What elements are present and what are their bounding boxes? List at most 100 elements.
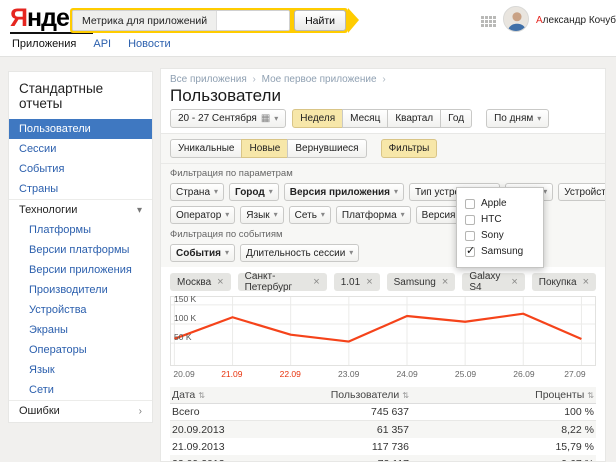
table-row: 20.09.201361 3578,22 % (170, 421, 596, 438)
sidebar-title: Стандартные отчеты (9, 72, 152, 119)
column-header-date[interactable]: Дата⇅ (172, 389, 322, 401)
checkbox-icon[interactable]: ✓ (465, 231, 475, 241)
sidebar-item-sessions[interactable]: Сессии (9, 139, 152, 159)
chart-x-tick: 26.09 (513, 369, 534, 379)
chip-moscow[interactable]: Москва× (170, 273, 231, 291)
filter-events-dropdown[interactable]: События▾ (170, 244, 235, 262)
chart-y-tick: 150 K (174, 294, 196, 304)
sidebar-item-language[interactable]: Язык (9, 360, 152, 380)
sidebar-item-countries[interactable]: Страны (9, 179, 152, 199)
metric-tabs: Уникальные Новые Вернувшиеся Фильтры (170, 139, 596, 158)
column-header-percent[interactable]: Проценты⇅ (409, 389, 594, 401)
breadcrumb-app[interactable]: Мое первое приложение (262, 74, 377, 85)
chart-y-tick: 100 K (174, 313, 196, 323)
filter-platform-dropdown[interactable]: Платформа▾ (336, 206, 411, 224)
sidebar-item-users[interactable]: Пользователи (9, 119, 152, 139)
checkbox-icon[interactable]: ✓ (465, 215, 475, 225)
nav-apps[interactable]: Приложения (12, 38, 76, 50)
close-icon[interactable]: × (442, 277, 448, 288)
sidebar-item-networks[interactable]: Сети (9, 380, 152, 400)
nav-api[interactable]: API (93, 38, 111, 50)
search-box: Метрика для приложений Найти (70, 8, 348, 33)
sidebar-item-platforms[interactable]: Платформы (9, 220, 152, 240)
sidebar-item-screens[interactable]: Экраны (9, 320, 152, 340)
manufacturer-option-apple[interactable]: ✓Apple (465, 197, 535, 210)
close-icon[interactable]: × (366, 277, 372, 288)
filter-device-dropdown[interactable]: Устройство▾ (558, 183, 606, 201)
filters-toggle-button[interactable]: Фильтры (381, 139, 438, 158)
filter-app-version-dropdown[interactable]: Версия приложения▾ (284, 183, 404, 201)
breadcrumb-all-apps[interactable]: Все приложения (170, 74, 247, 85)
sidebar-item-manufacturers[interactable]: Производители (9, 280, 152, 300)
checkbox-checked-icon[interactable]: ✓ (465, 247, 475, 257)
search-arrow-icon (348, 8, 359, 33)
chip-galaxy-s4[interactable]: Galaxy S4× (462, 273, 524, 291)
chevron-down-icon: ▾ (274, 211, 278, 219)
chevron-down-icon: ▾ (269, 188, 273, 196)
chevron-down-icon: ▾ (349, 249, 353, 257)
tab-returning[interactable]: Вернувшиеся (287, 139, 366, 158)
close-icon[interactable]: × (583, 277, 589, 288)
nav-news[interactable]: Новости (128, 38, 171, 50)
close-icon[interactable]: × (313, 277, 319, 288)
chart-x-tick: 20.09 (173, 369, 194, 379)
calendar-icon: ▦ (261, 113, 270, 124)
filter-country-dropdown[interactable]: Страна▾ (170, 183, 224, 201)
tab-new[interactable]: Новые (241, 139, 288, 158)
sidebar-item-errors[interactable]: Ошибки› (9, 400, 152, 421)
sidebar-item-operators[interactable]: Операторы (9, 340, 152, 360)
breadcrumb-separator-icon: › (253, 74, 256, 85)
reports-sidebar: Стандартные отчеты Пользователи Сессии С… (8, 71, 153, 423)
user-name[interactable]: Александр Кочубей (536, 15, 616, 26)
sort-icon[interactable]: ⇅ (587, 391, 594, 400)
period-week-button[interactable]: Неделя (292, 109, 343, 128)
chevron-down-icon: ▾ (321, 211, 325, 219)
manufacturer-option-sony[interactable]: ✓Sony (465, 229, 535, 242)
chip-version[interactable]: 1.01× (334, 273, 380, 291)
grouping-dropdown[interactable]: По дням ▾ (486, 109, 549, 128)
manufacturer-dropdown-menu: ✓Apple ✓HTC ✓Sony ✓Samsung (456, 187, 544, 268)
chevron-down-icon: ▾ (137, 205, 142, 216)
sort-icon[interactable]: ⇅ (198, 391, 205, 400)
filter-session-length-dropdown[interactable]: Длительность сессии▾ (240, 244, 359, 262)
chevron-down-icon: ▾ (274, 115, 278, 123)
period-month-button[interactable]: Месяц (342, 109, 388, 128)
period-segmented-control: Неделя Месяц Квартал Год (292, 109, 472, 128)
manufacturer-option-samsung[interactable]: ✓Samsung (465, 245, 535, 258)
chevron-right-icon: › (139, 406, 142, 417)
chart-x-labels: 20.0921.0922.0923.0924.0925.0926.0927.09 (170, 369, 596, 381)
search-input[interactable] (217, 11, 289, 30)
filter-language-dropdown[interactable]: Язык▾ (240, 206, 283, 224)
tab-unique[interactable]: Уникальные (170, 139, 242, 158)
chart-plot[interactable]: 50 K 100 K 150 K (170, 296, 596, 366)
sort-icon[interactable]: ⇅ (402, 391, 409, 400)
period-year-button[interactable]: Год (440, 109, 472, 128)
chip-samsung[interactable]: Samsung× (387, 273, 456, 291)
active-filter-chips: Москва× Санкт-Петербург× 1.01× Samsung× … (170, 273, 596, 291)
sidebar-item-platform-versions[interactable]: Версии платформы (9, 240, 152, 260)
search-button[interactable]: Найти (294, 10, 346, 31)
date-range-button[interactable]: 20 - 27 Сентября ▦ ▾ (170, 109, 286, 128)
close-icon[interactable]: × (511, 277, 517, 288)
chart-y-tick: 50 K (174, 332, 192, 342)
sidebar-item-events[interactable]: События (9, 159, 152, 179)
sidebar-item-app-versions[interactable]: Версии приложения (9, 260, 152, 280)
sidebar-item-technologies[interactable]: Технологии▾ (9, 199, 152, 220)
chip-spb[interactable]: Санкт-Петербург× (238, 273, 327, 291)
close-icon[interactable]: × (217, 277, 223, 288)
breadcrumb: Все приложения › Мое первое приложение › (170, 71, 596, 85)
filter-city-dropdown[interactable]: Город▾ (229, 183, 279, 201)
table-row: 21.09.2013117 73615,79 % (170, 438, 596, 455)
sidebar-item-devices[interactable]: Устройства (9, 300, 152, 320)
user-avatar[interactable] (503, 6, 529, 32)
services-grid-icon[interactable] (481, 16, 496, 27)
checkbox-icon[interactable]: ✓ (465, 199, 475, 209)
table-row: 22.09.201372 1179,67 % (170, 455, 596, 462)
filter-network-dropdown[interactable]: Сеть▾ (289, 206, 331, 224)
chip-purchase[interactable]: Покупка× (532, 273, 596, 291)
filter-operator-dropdown[interactable]: Оператор▾ (170, 206, 235, 224)
period-quarter-button[interactable]: Квартал (387, 109, 441, 128)
manufacturer-option-htc[interactable]: ✓HTC (465, 213, 535, 226)
chart-x-tick: 27.09 (564, 369, 585, 379)
column-header-users[interactable]: Пользователи⇅ (322, 389, 409, 401)
